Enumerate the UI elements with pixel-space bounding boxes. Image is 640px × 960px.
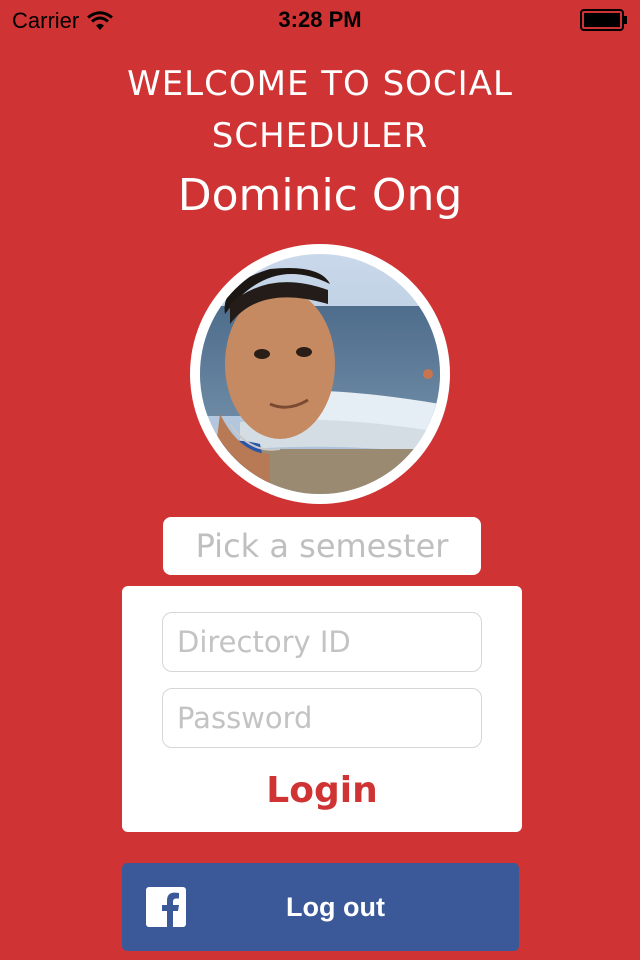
status-bar: Carrier 3:28 PM — [0, 0, 640, 40]
welcome-line-2: SCHEDULER — [211, 116, 429, 156]
facebook-logout-button[interactable]: Log out — [122, 863, 519, 951]
login-button[interactable]: Login — [122, 770, 522, 811]
welcome-title: WELCOME TO SOCIAL SCHEDULER — [40, 58, 600, 162]
battery-icon — [580, 9, 627, 31]
login-form: Login — [122, 586, 522, 832]
user-name: Dominic Ong — [177, 170, 463, 221]
directory-id-input[interactable] — [162, 612, 482, 672]
semester-picker[interactable]: Pick a semester — [163, 517, 481, 575]
semester-picker-placeholder: Pick a semester — [195, 527, 449, 565]
facebook-icon — [146, 887, 186, 927]
avatar — [190, 244, 450, 504]
profile-photo — [200, 254, 440, 494]
password-input[interactable] — [162, 688, 482, 748]
welcome-line-1: WELCOME TO SOCIAL — [127, 64, 513, 104]
status-time: 3:28 PM — [278, 7, 362, 32]
